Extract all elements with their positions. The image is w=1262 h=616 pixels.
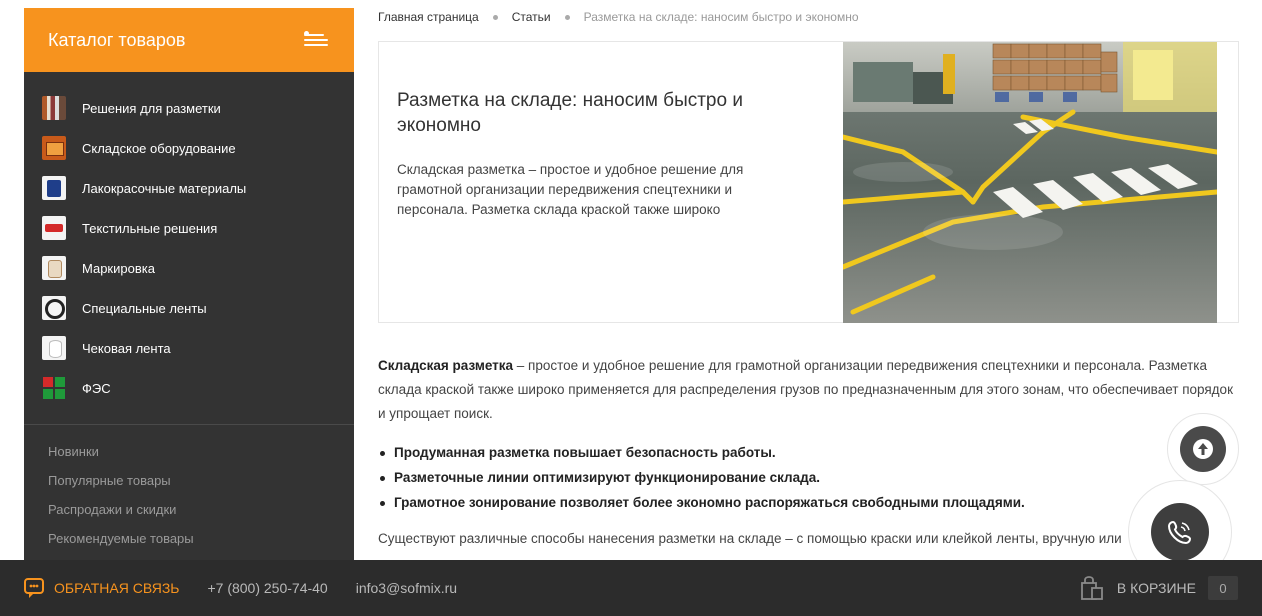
- scroll-to-top-button[interactable]: [1167, 413, 1239, 485]
- article-intro: Складская разметка – простое и удобное р…: [378, 354, 1240, 426]
- feedback-label: ОБРАТНАЯ СВЯЗЬ: [54, 580, 180, 596]
- sidebar-link-new[interactable]: Новинки: [48, 437, 354, 466]
- list-item: Продуманная разметка повышает безопаснос…: [378, 440, 1240, 465]
- arrow-up-icon: [1193, 439, 1213, 459]
- feedback-button[interactable]: ОБРАТНАЯ СВЯЗЬ: [24, 577, 179, 599]
- breadcrumb-separator: [492, 14, 498, 20]
- cart-count-badge: 0: [1208, 576, 1238, 600]
- labeling-thumb: [42, 256, 66, 280]
- catalog-sidebar: Каталог товаров Решения для разметки Скл…: [24, 8, 354, 575]
- catalog-header[interactable]: Каталог товаров: [24, 8, 354, 72]
- receipt-tape-thumb: [42, 336, 66, 360]
- category-label: Текстильные решения: [82, 220, 218, 236]
- article-paragraph: Существуют различные способы нанесения р…: [378, 531, 1122, 546]
- warehouse-equipment-thumb: [42, 136, 66, 160]
- sidebar-link-sales[interactable]: Распродажи и скидки: [48, 495, 354, 524]
- category-label: Решения для разметки: [82, 100, 221, 116]
- category-label: Лакокрасочные материалы: [82, 180, 247, 196]
- warehouse-floor-marking-image: [843, 42, 1217, 323]
- category-item-paint-materials[interactable]: Лакокрасочные материалы: [24, 168, 354, 208]
- shopping-bag-icon: [1080, 576, 1103, 600]
- paint-materials-thumb: [42, 176, 66, 200]
- cart-label: В КОРЗИНЕ: [1116, 580, 1196, 596]
- sidebar-divider: [24, 424, 354, 425]
- page: Каталог товаров Решения для разметки Скл…: [0, 0, 1262, 616]
- category-item-labeling[interactable]: Маркировка: [24, 248, 354, 288]
- cart-button[interactable]: В КОРЗИНЕ 0: [1079, 560, 1238, 616]
- catalog-title: Каталог товаров: [48, 29, 186, 50]
- bottom-bar: ОБРАТНАЯ СВЯЗЬ +7 (800) 250-74-40 info3@…: [0, 560, 1262, 616]
- category-item-receipt-tape[interactable]: Чековая лента: [24, 328, 354, 368]
- category-item-fes[interactable]: ФЭС: [24, 368, 354, 408]
- category-label: Специальные ленты: [82, 300, 207, 316]
- breadcrumb-current: Разметка на складе: наносим быстро и эко…: [583, 10, 859, 24]
- category-list: Решения для разметки Складское оборудова…: [24, 72, 354, 408]
- breadcrumb: Главная страница Статьи Разметка на скла…: [378, 10, 859, 24]
- category-item-special-tapes[interactable]: Специальные ленты: [24, 288, 354, 328]
- breadcrumb-articles[interactable]: Статьи: [512, 10, 551, 24]
- category-label: Складское оборудование: [82, 140, 236, 156]
- category-item-warehouse-equipment[interactable]: Складское оборудование: [24, 128, 354, 168]
- article-intro-bold: Складская разметка: [378, 358, 514, 373]
- category-item-textile-solutions[interactable]: Текстильные решения: [24, 208, 354, 248]
- article-summary: Складская разметка – простое и удобное р…: [397, 162, 744, 217]
- chat-bubble-icon: [24, 578, 44, 598]
- list-item: Разметочные линии оптимизируют функциони…: [378, 465, 1240, 490]
- email-link[interactable]: info3@sofmix.ru: [356, 580, 457, 596]
- category-label: ФЭС: [82, 380, 111, 396]
- hamburger-menu-icon[interactable]: [304, 31, 330, 49]
- breadcrumb-home[interactable]: Главная страница: [378, 10, 479, 24]
- sidebar-link-recommended[interactable]: Рекомендуемые товары: [48, 524, 354, 553]
- phone-link[interactable]: +7 (800) 250-74-40: [207, 580, 327, 596]
- article-body: Складская разметка – простое и удобное р…: [378, 354, 1240, 551]
- article-hero: Разметка на складе: наносим быстро и эко…: [378, 41, 1239, 323]
- marking-solutions-thumb: [42, 96, 66, 120]
- breadcrumb-separator: [564, 14, 570, 20]
- special-tapes-thumb: [42, 296, 66, 320]
- phone-icon: [1167, 520, 1192, 545]
- category-label: Чековая лента: [82, 340, 171, 356]
- category-item-marking-solutions[interactable]: Решения для разметки: [24, 88, 354, 128]
- textile-solutions-thumb: [42, 216, 66, 240]
- category-label: Маркировка: [82, 260, 155, 276]
- safety-signs-thumb: [42, 376, 66, 400]
- list-item: Грамотное зонирование позволяет более эк…: [378, 490, 1240, 515]
- article-title: Разметка на складе: наносим быстро и эко…: [397, 90, 743, 136]
- sidebar-link-popular[interactable]: Популярные товары: [48, 466, 354, 495]
- article-bullets: Продуманная разметка повышает безопаснос…: [378, 440, 1240, 515]
